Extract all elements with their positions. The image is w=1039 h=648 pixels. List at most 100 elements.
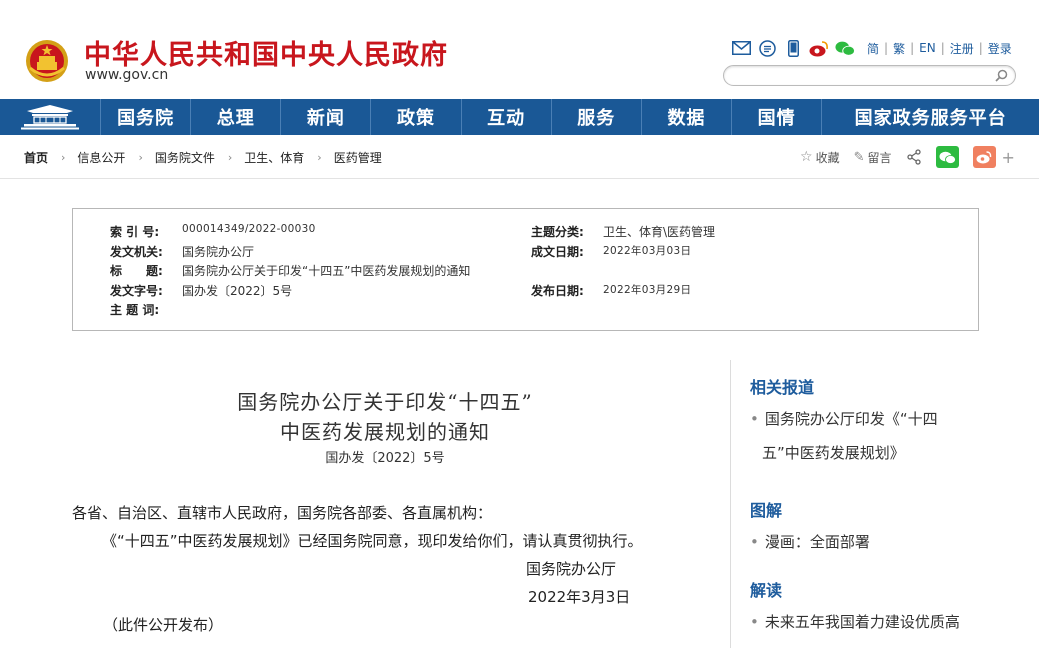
sidebar-graphic-item[interactable]: • 漫画：全面部署 <box>750 531 870 552</box>
share-icon[interactable] <box>906 149 922 165</box>
info-row-index: 索 引 号: 000014349/2022-00030 <box>110 223 316 240</box>
favorite-button[interactable]: ☆ 收藏 <box>800 149 840 166</box>
site-header: 中华人民共和国中央人民政府 www.gov.cn 简 | 繁 | EN | 注册… <box>0 0 1039 100</box>
category-label: 主题分类: <box>531 225 584 239</box>
info-row-category: 主题分类: 卫生、体育\医药管理 <box>531 223 715 240</box>
index-label: 索 引 号: <box>110 225 160 239</box>
page-tools: ☆ 收藏 ✎ 留言 + <box>800 146 1015 168</box>
info-row-title: 标 题: 国务院办公厅关于印发“十四五”中医药发展规划的通知 <box>110 262 470 279</box>
lang-english-link[interactable]: EN <box>919 41 936 55</box>
nav-item-gov-service-platform[interactable]: 国家政务服务平台 <box>822 99 1039 135</box>
document-info-box: 索 引 号: 000014349/2022-00030 发文机关: 国务院办公厅… <box>72 208 979 331</box>
bullet: • <box>750 410 759 428</box>
created-label: 成文日期: <box>531 245 584 259</box>
nav-item-news[interactable]: 新闻 <box>281 99 372 135</box>
info-row-created: 成文日期: 2022年03月03日 <box>531 243 691 260</box>
breadcrumb-health-sports[interactable]: 卫生、体育 <box>244 149 304 166</box>
bullet: • <box>750 613 759 631</box>
message-icon[interactable] <box>757 39 777 57</box>
info-row-issuer: 发文机关: 国务院办公厅 <box>110 243 254 260</box>
created-value: 2022年03月03日 <box>603 245 692 257</box>
mobile-icon[interactable] <box>783 39 803 57</box>
separator: | <box>884 41 889 55</box>
breadcrumb: 首页 › 信息公开 › 国务院文件 › 卫生、体育 › 医药管理 <box>24 149 382 166</box>
interpret-item-text[interactable]: 未来五年我国着力建设优质高 <box>765 613 960 631</box>
title-label: 标 题: <box>110 264 163 278</box>
nav-item-interaction[interactable]: 互动 <box>462 99 552 135</box>
article-paragraph: 《“十四五”中医药发展规划》已经国务院同意，现印发给你们，请认真贯彻执行。 <box>102 532 643 550</box>
article-doc-number: 国办发〔2022〕5号 <box>325 451 445 466</box>
column-divider <box>730 360 731 648</box>
issuer-label: 发文机关: <box>110 245 163 259</box>
index-value: 000014349/2022-00030 <box>182 223 316 235</box>
comment-button[interactable]: ✎ 留言 <box>854 149 892 166</box>
search-icon[interactable] <box>995 69 1008 82</box>
mail-icon[interactable] <box>731 39 751 57</box>
chevron-right-icon: › <box>317 151 322 164</box>
bullet: • <box>750 533 759 551</box>
language-links: 简 | 繁 | EN | 注册 | 登录 <box>867 40 1012 57</box>
docno-value: 国办发〔2022〕5号 <box>182 284 293 298</box>
more-plus-icon[interactable]: + <box>1002 148 1015 167</box>
article-salutation: 各省、自治区、直辖市人民政府，国务院各部委、各直属机构： <box>72 504 493 522</box>
related-item-line1[interactable]: 国务院办公厅印发《“十四 <box>765 410 938 428</box>
share-wechat-icon[interactable] <box>935 146 959 168</box>
pencil-icon: ✎ <box>853 149 865 165</box>
nav-item-data[interactable]: 数据 <box>642 99 733 135</box>
docno-label: 发文字号: <box>110 284 163 298</box>
sidebar-interpret-item[interactable]: • 未来五年我国着力建设优质高 <box>750 611 960 632</box>
related-item-line2[interactable]: 五”中医药发展规划》 <box>762 442 905 463</box>
breadcrumb-medicine-management[interactable]: 医药管理 <box>334 149 382 166</box>
nav-home-icon[interactable] <box>0 99 102 135</box>
sidebar-related-item[interactable]: • 国务院办公厅印发《“十四 <box>750 408 938 429</box>
main-nav: 国务院 总理 新闻 政策 互动 服务 数据 国情 国家政务服务平台 <box>0 99 1039 135</box>
info-row-docno: 发文字号: 国办发〔2022〕5号 <box>110 282 292 299</box>
nav-item-premier[interactable]: 总理 <box>191 99 282 135</box>
star-icon: ☆ <box>800 149 813 165</box>
weibo-icon[interactable] <box>809 39 829 57</box>
title-value: 国务院办公厅关于印发“十四五”中医药发展规划的通知 <box>182 264 471 278</box>
lang-simplified-link[interactable]: 简 <box>867 40 879 57</box>
category-value: 卫生、体育\医药管理 <box>603 225 716 239</box>
nav-item-policy[interactable]: 政策 <box>371 99 462 135</box>
login-link[interactable]: 登录 <box>988 40 1012 57</box>
chevron-right-icon: › <box>227 151 233 164</box>
keywords-label: 主 题 词: <box>110 303 160 317</box>
chevron-right-icon: › <box>138 151 143 164</box>
breadcrumb-home[interactable]: 首页 <box>24 149 48 166</box>
published-label: 发布日期: <box>531 284 584 298</box>
site-url[interactable]: www.gov.cn <box>85 67 168 83</box>
sidebar-graphic-heading[interactable]: 图解 <box>750 497 782 521</box>
favorite-label: 收藏 <box>815 150 840 165</box>
separator: | <box>978 41 983 55</box>
nav-item-state-council[interactable]: 国务院 <box>101 99 192 135</box>
separator: | <box>940 41 945 55</box>
article-publish-note: （此件公开发布） <box>103 616 224 634</box>
wechat-icon[interactable] <box>835 39 855 57</box>
issuer-value: 国务院办公厅 <box>182 245 255 259</box>
top-toolbar: 简 | 繁 | EN | 注册 | 登录 <box>731 38 1012 58</box>
breadcrumb-info-disclosure[interactable]: 信息公开 <box>77 149 125 166</box>
nav-item-services[interactable]: 服务 <box>552 99 642 135</box>
nav-item-national-info[interactable]: 国情 <box>732 99 823 135</box>
article-signature: 国务院办公厅 <box>526 560 617 578</box>
sidebar-related-heading[interactable]: 相关报道 <box>750 374 814 398</box>
lang-traditional-link[interactable]: 繁 <box>893 40 905 57</box>
share-weibo-icon[interactable] <box>972 146 996 168</box>
chevron-right-icon: › <box>61 151 66 164</box>
graphic-item-text[interactable]: 漫画：全面部署 <box>765 533 870 551</box>
article-date: 2022年3月3日 <box>528 588 631 606</box>
comment-label: 留言 <box>867 150 892 165</box>
breadcrumb-state-council-docs[interactable]: 国务院文件 <box>155 149 215 166</box>
search-box <box>723 65 1016 87</box>
separator: | <box>910 41 915 55</box>
national-emblem-icon[interactable] <box>24 38 70 84</box>
article-title-line2: 中医药发展规划的通知 <box>280 420 490 444</box>
register-link[interactable]: 注册 <box>950 40 974 57</box>
info-row-published: 发布日期: 2022年03月29日 <box>531 282 691 299</box>
published-value: 2022年03月29日 <box>603 284 692 296</box>
sidebar-interpret-heading[interactable]: 解读 <box>750 577 782 601</box>
article-title-line1: 国务院办公厅关于印发“十四五” <box>237 390 533 414</box>
search-input[interactable] <box>734 67 994 87</box>
info-row-keywords: 主 题 词: <box>110 301 182 318</box>
